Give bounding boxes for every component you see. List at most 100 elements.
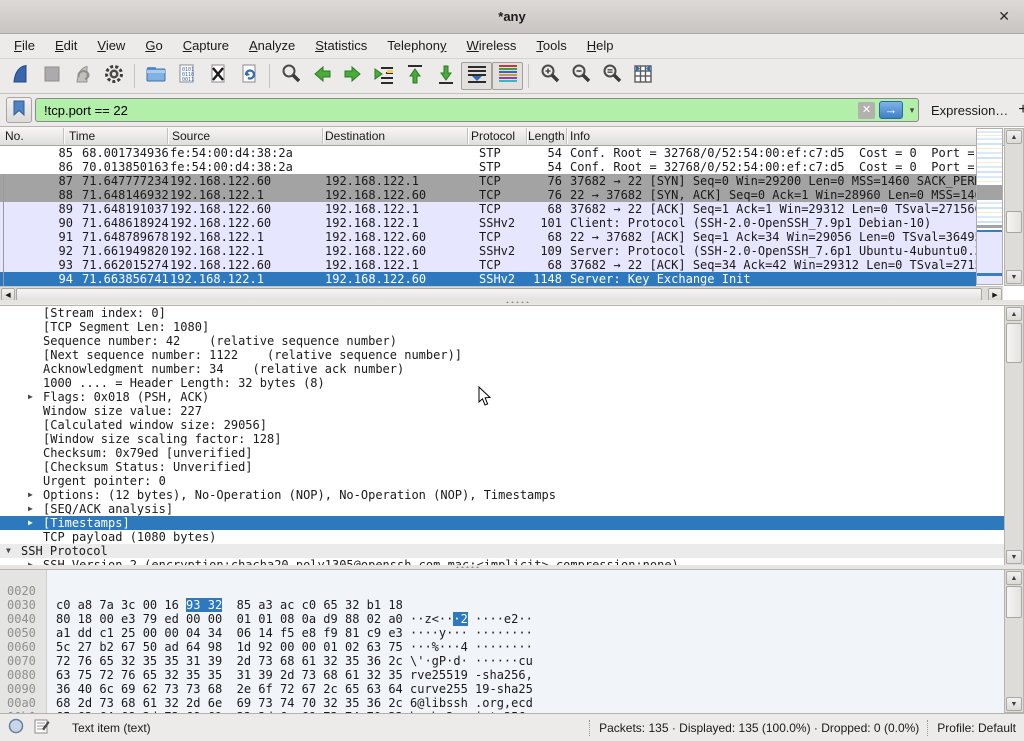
go-last-button[interactable] [430, 62, 461, 90]
menu-item[interactable]: Edit [45, 38, 87, 53]
auto-scroll-toggle[interactable] [461, 62, 492, 90]
open-file-button[interactable] [140, 62, 171, 90]
menu-item[interactable]: View [87, 38, 135, 53]
restart-capture-button[interactable] [67, 62, 98, 90]
menu-item[interactable]: Wireless [457, 38, 527, 53]
stop-capture-button[interactable] [36, 62, 67, 90]
packet-row[interactable]: 87 71.647777234 192.168.122.60 192.168.1… [0, 174, 976, 188]
detail-line[interactable]: Sequence number: 42 (relative sequence n… [0, 334, 1004, 348]
packet-row[interactable]: 94 71.663856741 192.168.122.1 192.168.12… [0, 272, 976, 286]
go-forward-button[interactable] [337, 62, 368, 90]
packet-row[interactable]: 88 71.648146932 192.168.122.1 192.168.12… [0, 188, 976, 202]
detail-line[interactable]: 1000 .... = Header Length: 32 bytes (8) [0, 376, 1004, 390]
packet-row[interactable]: 92 71.661949820 192.168.122.1 192.168.12… [0, 244, 976, 258]
detail-line[interactable]: Acknowledgment number: 34 (relative ack … [0, 362, 1004, 376]
menu-item[interactable]: File [4, 38, 45, 53]
profile-label[interactable]: Profile: Default [937, 721, 1024, 735]
detail-line[interactable]: [Calculated window size: 29056] [0, 418, 1004, 432]
expand-arrow-icon[interactable]: ▶ [28, 502, 43, 516]
menu-item[interactable]: Tools [526, 38, 576, 53]
scroll-down-icon[interactable]: ▼ [1006, 270, 1022, 284]
filter-history-caret-icon[interactable]: ▾ [906, 105, 918, 116]
detail-line[interactable]: [Checksum Status: Unverified] [0, 460, 1004, 474]
filter-apply-icon[interactable]: → [879, 101, 903, 119]
go-back-button[interactable] [306, 62, 337, 90]
col-protocol[interactable]: Protocol [471, 129, 515, 143]
menu-item[interactable]: Capture [173, 38, 239, 53]
capture-options-button[interactable] [98, 62, 129, 90]
capture-comment-button[interactable] [34, 718, 50, 737]
hex-row[interactable]: 0070 63 75 72 76 65 32 35 35 31 39 2d 73… [0, 640, 1004, 654]
hex-row[interactable]: 0030 80 18 00 e3 79 ed 00 00 01 01 08 0a… [0, 584, 1004, 598]
detail-line[interactable]: ▶[Timestamps] [0, 516, 1004, 530]
packet-list-vscrollbar[interactable]: ▲ ▼ [1004, 128, 1024, 286]
detail-line[interactable]: [TCP Segment Len: 1080] [0, 320, 1004, 334]
scroll-down-icon[interactable]: ▼ [1006, 697, 1022, 711]
hex-row[interactable]: 0060 72 76 65 32 35 35 31 39 2d 73 68 61… [0, 626, 1004, 640]
vscroll-thumb[interactable] [1006, 211, 1022, 233]
detail-line[interactable]: [Next sequence number: 1122 (relative se… [0, 348, 1004, 362]
filter-bookmark-button[interactable] [6, 97, 32, 123]
start-capture-button[interactable] [5, 62, 36, 90]
packet-row[interactable]: 91 71.648789678 192.168.122.1 192.168.12… [0, 230, 976, 244]
close-icon[interactable]: ✕ [998, 0, 1010, 33]
hex-row[interactable]: 0040 a1 dd c1 25 00 00 04 34 06 14 f5 e8… [0, 598, 1004, 612]
hex-row[interactable]: 0080 36 40 6c 69 62 73 73 68 2e 6f 72 67… [0, 654, 1004, 668]
menu-item[interactable]: Analyze [239, 38, 305, 53]
packet-list-header[interactable]: No. Time Source Destination Protocol Len… [0, 127, 1004, 146]
packet-row[interactable]: 86 70.013850163 fe:54:00:d4:38:2a STP 54… [0, 160, 976, 174]
scroll-up-icon[interactable]: ▲ [1006, 307, 1022, 321]
packet-row[interactable]: 89 71.648191037 192.168.122.60 192.168.1… [0, 202, 976, 216]
reload-file-button[interactable] [233, 62, 264, 90]
hex-row[interactable]: 00b0 38 34 2c 65 63 64 68 2d 73 68 61 32… [0, 696, 1004, 710]
detail-line[interactable]: ▼SSH Protocol [0, 544, 1004, 558]
detail-line[interactable]: TCP payload (1080 bytes) [0, 530, 1004, 544]
pane-splitter[interactable] [0, 300, 1024, 304]
detail-line[interactable]: [Window size scaling factor: 128] [0, 432, 1004, 446]
scroll-up-icon[interactable]: ▲ [1006, 130, 1022, 144]
expert-info-button[interactable] [8, 718, 24, 737]
col-length[interactable]: Length [528, 129, 564, 143]
expand-arrow-icon[interactable]: ▶ [28, 390, 43, 404]
col-time[interactable]: Time [69, 129, 95, 143]
packet-row[interactable]: 90 71.648618924 192.168.122.60 192.168.1… [0, 216, 976, 230]
detail-line[interactable]: ▶Flags: 0x018 (PSH, ACK) [0, 390, 1004, 404]
col-no[interactable]: No. [5, 129, 24, 143]
go-to-packet-button[interactable] [368, 62, 399, 90]
col-destination[interactable]: Destination [325, 129, 385, 143]
filter-clear-icon[interactable]: ✕ [858, 102, 875, 119]
col-source[interactable]: Source [172, 129, 210, 143]
expand-arrow-icon[interactable]: ▶ [28, 488, 43, 502]
menu-item[interactable]: Go [135, 38, 172, 53]
hex-row[interactable]: 0050 5c 27 b2 67 50 ad 64 98 1d 92 00 00… [0, 612, 1004, 626]
filter-input[interactable] [36, 103, 858, 118]
hex-vscrollbar[interactable]: ▲ ▼ [1004, 569, 1024, 713]
find-packet-button[interactable] [275, 62, 306, 90]
menu-item[interactable]: Help [577, 38, 624, 53]
go-first-button[interactable] [399, 62, 430, 90]
scroll-down-icon[interactable]: ▼ [1006, 550, 1022, 564]
menu-item[interactable]: Telephony [377, 38, 456, 53]
scroll-up-icon[interactable]: ▲ [1006, 571, 1022, 585]
detail-line[interactable]: ▶Options: (12 bytes), No-Operation (NOP)… [0, 488, 1004, 502]
resize-columns-button[interactable] [627, 62, 658, 90]
menu-item[interactable]: Statistics [305, 38, 377, 53]
zoom-in-button[interactable] [534, 62, 565, 90]
detail-line[interactable]: [Stream index: 0] [0, 306, 1004, 320]
vscroll-thumb[interactable] [1006, 323, 1022, 363]
save-file-button[interactable]: 010101100011 [171, 62, 202, 90]
detail-line[interactable]: Urgent pointer: 0 [0, 474, 1004, 488]
expression-button[interactable]: Expression… [931, 103, 1008, 118]
title-bar[interactable]: *any ✕ [0, 0, 1024, 34]
packet-row[interactable]: 93 71.662015274 192.168.122.60 192.168.1… [0, 258, 976, 272]
hex-row[interactable]: 0090 68 2d 73 68 61 32 2d 6e 69 73 74 70… [0, 668, 1004, 682]
zoom-out-button[interactable] [565, 62, 596, 90]
details-vscrollbar[interactable]: ▲ ▼ [1004, 305, 1024, 566]
expand-arrow-icon[interactable]: ▼ [6, 544, 21, 558]
detail-line[interactable]: ▶[SEQ/ACK analysis] [0, 502, 1004, 516]
close-file-button[interactable] [202, 62, 233, 90]
vscroll-thumb[interactable] [1006, 586, 1022, 618]
col-info[interactable]: Info [570, 129, 590, 143]
detail-line[interactable]: Window size value: 227 [0, 404, 1004, 418]
hex-row[interactable]: 00a0 65 63 64 68 2d 73 68 61 32 2d 6e 69… [0, 682, 1004, 696]
